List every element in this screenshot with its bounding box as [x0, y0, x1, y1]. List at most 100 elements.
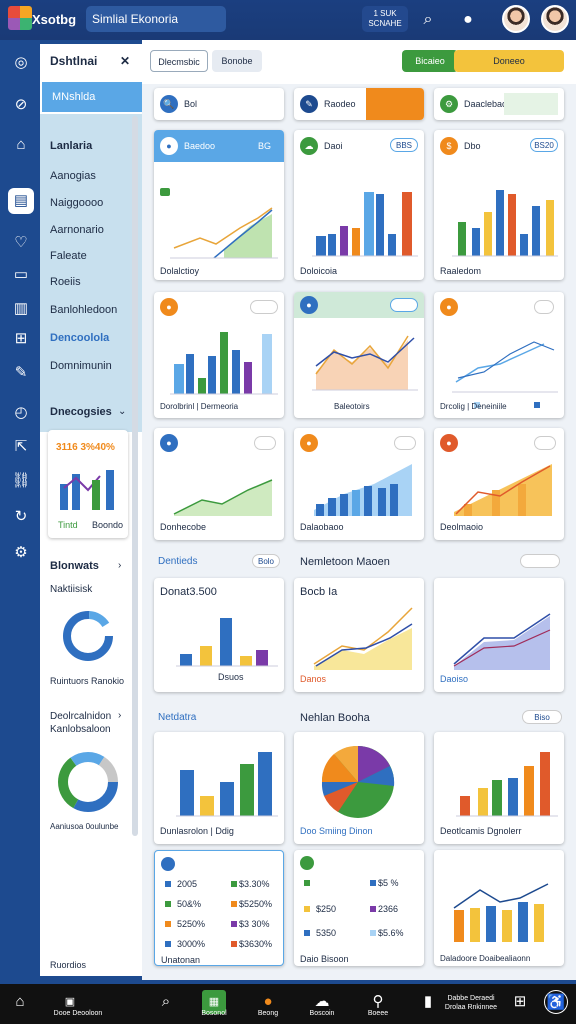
bar-line-chart-18	[453, 883, 549, 942]
stats-swatches-17	[304, 880, 376, 936]
clock-icon[interactable]: ◴	[8, 400, 34, 426]
chart-card-6[interactable]: ● Drcolig | Deneiniile	[434, 292, 564, 418]
top-bar: Xsotbg Simlial Ekonoria 1 SUK SCNAHE ⌕ ●	[0, 0, 576, 40]
sidebar-scrollbar[interactable]	[132, 116, 138, 836]
donut-caption: Aaniusoa 0oulunbe	[50, 822, 119, 831]
stat-card-3-accent	[504, 93, 558, 115]
chart-card-3[interactable]: $ Dbo BS20 Raaledom	[434, 130, 564, 280]
chart-card-7[interactable]: ● Donhecobe	[154, 428, 284, 540]
chart-card-5-caption: Baleotoirs	[334, 402, 370, 411]
stats-card-17-caption: Daio Bisoon	[300, 954, 349, 964]
stat-card-1-label: Bol	[184, 99, 198, 109]
edit-icon: ✎	[300, 95, 318, 113]
settings-icon[interactable]: ⚙	[8, 540, 34, 566]
stat-card-3[interactable]: ⚙ Daaclebac	[434, 88, 564, 120]
house-icon[interactable]: ⌂	[8, 132, 34, 158]
chart-card-5[interactable]: ● Baleotoirs	[294, 292, 424, 418]
bottom-nav-label-1[interactable]: Bosonol	[198, 1010, 230, 1017]
chart-card-15-caption: Deotlcamis Dgnolerr	[440, 826, 522, 836]
settings-icon: ⚙	[440, 95, 458, 113]
line-area-chart-1	[160, 188, 278, 259]
chart-card-6-caption: Drcolig | Deneiniile	[440, 402, 507, 411]
search-icon[interactable]: ⌕	[154, 990, 178, 1014]
chart-card-9-caption: Deolmaoio	[440, 522, 484, 532]
toolbar-button-4[interactable]: Doneeo	[454, 50, 564, 72]
chart-card-18[interactable]: Daladoore Doaibealiaonn	[434, 850, 564, 966]
section-2-left-title: Dentieds	[158, 556, 198, 567]
stats-card-16-caption: Unatonan	[161, 955, 201, 965]
chart-card-2[interactable]: ☁ Daoi BBS Doloicoia	[294, 130, 424, 280]
share-icon[interactable]: ⇱	[8, 434, 34, 460]
bottom-nav: ⌂ ▣ Dooe Deooloon ⌕ ▦ Bosonol ● Beong ☁ …	[0, 984, 576, 1024]
chart-card-18-caption: Daladoore Doaibealiaonn	[440, 954, 531, 963]
notification-badge[interactable]: 1 SUK SCNAHE	[362, 6, 408, 32]
home-icon[interactable]: ⌂	[8, 990, 32, 1014]
area-line-chart-5	[312, 335, 418, 391]
chart-card-8-caption: Dalaobaoo	[300, 522, 344, 532]
avatar-user-2[interactable]	[541, 5, 569, 33]
sidebar: Dshtlnai ✕ MNshlda Lanlaria Aanogias Nai…	[40, 44, 172, 976]
accessibility-icon[interactable]: ♿	[544, 990, 568, 1014]
chart-card-14[interactable]: Doo Smiing Dinon	[294, 732, 424, 844]
chart-icon[interactable]: ▥	[8, 296, 34, 322]
toolbar-button-3[interactable]: Bicaieo	[402, 50, 458, 72]
grid-icon[interactable]: ⊞	[8, 326, 34, 352]
chart-card-12-caption: Daoiso	[440, 674, 469, 684]
icon-rail: ◎ ⊘ ⌂ ▤ ♡ ▭ ▥ ⊞ ✎ ◴ ⇱ ⛓ ↻ ⚙	[0, 40, 40, 980]
chart-card-9[interactable]: ● Deolmaoio	[434, 428, 564, 540]
section-2-toggle[interactable]	[520, 554, 560, 568]
alert-icon[interactable]: ●	[456, 8, 480, 32]
compass-icon[interactable]: ⊘	[8, 92, 34, 118]
toolbar-button-2[interactable]: Bonobe	[212, 50, 262, 72]
chart-card-15[interactable]: Deotlcamis Dgnolerr	[434, 732, 564, 844]
chart-card-14-caption: Doo Smiing Dinon	[300, 826, 373, 836]
chart-card-7-caption: Donhecobe	[160, 522, 207, 532]
section-3-button[interactable]: Biso	[522, 710, 562, 724]
section-3-right-title: Nehlan Booha	[300, 712, 370, 724]
document-icon[interactable]: ▤	[8, 188, 34, 214]
stat-card-2-accent	[366, 88, 424, 120]
apps-icon[interactable]: ⊞	[508, 990, 532, 1014]
section-2-right-title: Nemletoon Maoen	[300, 556, 390, 568]
monitor-icon[interactable]: ▭	[8, 262, 34, 288]
chart-card-10[interactable]: Donat3.500 Dsuos	[154, 578, 284, 692]
chart-card-4-caption: Dorolbrinl | Dermeoria	[160, 402, 239, 411]
chart-card-10-caption: Dsuos	[218, 672, 244, 682]
section-2-left-button[interactable]: Bolo	[252, 554, 280, 568]
stats-card-17[interactable]: $5 % $250 2366 5350 $5.6% Daio Bisoon	[294, 850, 424, 966]
tool-icon[interactable]: ✎	[8, 360, 34, 386]
stat-card-1[interactable]: 🔍 Bol	[154, 88, 284, 120]
search-icon[interactable]: ⌕	[416, 8, 440, 32]
refresh-icon[interactable]: ↻	[8, 504, 34, 530]
chart-card-1[interactable]: ● Baedoo BG Dolalctioy	[154, 130, 284, 280]
main-panel: Dlecmsbic Bonobe Bicaieo Doneeo 🔍 Bol ✎ …	[142, 40, 576, 980]
heart-icon[interactable]: ♡	[8, 230, 34, 256]
sidebar-donut-chart	[58, 752, 118, 812]
bottom-nav-label-2[interactable]: Beong	[252, 1010, 284, 1017]
bottom-nav-label-3[interactable]: Boscoin	[302, 1010, 342, 1017]
chart-card-1-caption: Dolalctioy	[160, 266, 200, 276]
chart-card-11-caption: Danos	[300, 674, 327, 684]
app-title[interactable]: Simlial Ekonoria	[86, 6, 226, 32]
bottom-nav-label-0[interactable]: Dooe Deooloon	[46, 1010, 110, 1017]
chart-card-3-caption: Raaledom	[440, 266, 482, 276]
stats-card-16[interactable]: 2005 $3.30% 50&% $5250% 5250% $3 30% 300…	[154, 850, 284, 966]
bar-chart-4	[170, 332, 278, 395]
bottom-nav-label-5[interactable]: Dabbe Deraedi Drolaa Rnkinnee	[436, 994, 506, 1012]
chart-card-13[interactable]: Dunlasrolon | Ddig	[154, 732, 284, 844]
avatar-user-1[interactable]	[502, 5, 530, 33]
stat-card-2[interactable]: ✎ Raodeo	[294, 88, 424, 120]
bottom-nav-label-4[interactable]: Boeee	[360, 1010, 396, 1017]
bar-chart-2	[312, 192, 418, 257]
chart-card-8[interactable]: ● Dalaobaoo	[294, 428, 424, 540]
toolbar-button-1[interactable]: Dlecmsbic	[150, 50, 208, 72]
home-icon[interactable]: ◎	[8, 50, 34, 76]
line-chart-6	[452, 341, 558, 408]
chart-card-4[interactable]: ● Dorolbrinl | Dermeoria	[154, 292, 284, 418]
stats-swatches-16	[165, 881, 237, 947]
app-short-name: Xsotbg	[32, 12, 77, 27]
chart-card-12[interactable]: Daoiso	[434, 578, 564, 692]
chart-card-11[interactable]: Bocb Ia Danos	[294, 578, 424, 692]
sidebar-footer[interactable]: Ruordios	[50, 960, 86, 970]
link-icon[interactable]: ⛓	[8, 468, 34, 494]
